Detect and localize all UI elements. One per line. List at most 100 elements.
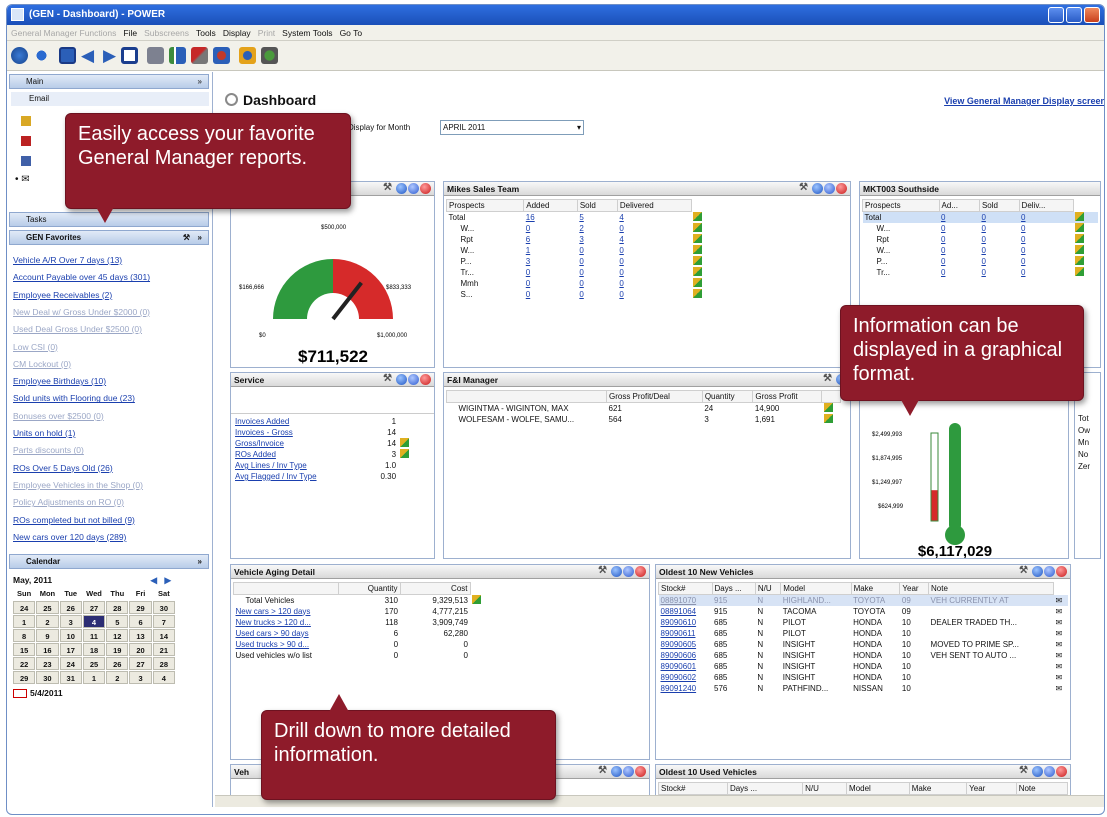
- menu-item[interactable]: File: [123, 28, 137, 38]
- help-icon[interactable]: [239, 47, 256, 64]
- table-row[interactable]: Used cars > 90 days 6 62,280: [234, 628, 494, 639]
- table-cell[interactable]: 0: [939, 212, 979, 223]
- partial-row[interactable]: Zer: [1078, 461, 1090, 473]
- table-cell[interactable]: 89091240: [659, 683, 713, 694]
- table-row[interactable]: S... 0 0 0: [447, 288, 717, 300]
- table-cell[interactable]: 0: [577, 267, 617, 278]
- chart-icon[interactable]: [1075, 211, 1085, 221]
- options-icon[interactable]: [623, 566, 634, 577]
- column-header[interactable]: Days ...: [711, 582, 756, 595]
- table-cell[interactable]: 0: [524, 289, 578, 300]
- edit-icon[interactable]: [191, 47, 208, 64]
- table-row[interactable]: Invoices - Gross 14: [233, 427, 428, 438]
- window-icon[interactable]: [121, 47, 138, 64]
- close-panel-icon[interactable]: [420, 374, 431, 385]
- chart-icon[interactable]: [693, 211, 703, 221]
- table-row[interactable]: W... 0 0 0: [863, 222, 1099, 234]
- table-cell[interactable]: 0: [577, 245, 617, 256]
- chart-icon[interactable]: [1073, 233, 1098, 245]
- table-cell[interactable]: 89090611: [659, 628, 713, 639]
- menu-item[interactable]: Print: [258, 28, 275, 38]
- calendar-day[interactable]: 26: [59, 601, 82, 614]
- tools-icon[interactable]: ⚒: [383, 374, 395, 385]
- column-header[interactable]: Sold: [978, 199, 1020, 212]
- chart-icon[interactable]: [1075, 222, 1085, 232]
- table-cell[interactable]: 0: [617, 289, 691, 300]
- outbox-icon[interactable]: [21, 136, 31, 146]
- column-header[interactable]: Year: [899, 582, 930, 595]
- table-row[interactable]: 89090611 685 N PILOT HONDA 10 ✉: [659, 628, 1069, 639]
- calendar-day[interactable]: 28: [152, 657, 175, 670]
- document-icon[interactable]: [147, 47, 164, 64]
- table-row[interactable]: 08891064 915 N TACOMA TOYOTA 09 ✉: [659, 606, 1069, 617]
- calendar-day[interactable]: 23: [36, 657, 59, 670]
- options-icon[interactable]: [408, 183, 419, 194]
- refresh-icon[interactable]: [611, 766, 622, 777]
- chart-icon[interactable]: [400, 438, 410, 447]
- column-header[interactable]: Make: [908, 782, 968, 795]
- table-cell[interactable]: 0: [939, 256, 979, 267]
- chart-icon[interactable]: [693, 233, 703, 243]
- calendar-day[interactable]: 11: [82, 629, 106, 642]
- options-icon[interactable]: [824, 183, 835, 194]
- favorite-link[interactable]: Policy Adjustments on RO (0): [13, 497, 124, 507]
- refresh-icon[interactable]: [1032, 766, 1043, 777]
- tools-icon[interactable]: ⚒: [799, 183, 811, 194]
- table-cell[interactable]: 0: [1019, 245, 1073, 256]
- table-cell[interactable]: 0: [524, 267, 578, 278]
- chart-icon[interactable]: [691, 266, 716, 278]
- table-cell[interactable]: 0: [939, 267, 979, 278]
- favorite-link[interactable]: Sold units with Flooring due (23): [13, 393, 135, 403]
- chart-icon[interactable]: [1073, 244, 1098, 256]
- chart-icon[interactable]: [1075, 266, 1085, 276]
- close-button[interactable]: [1084, 7, 1100, 23]
- calendar-day[interactable]: 31: [59, 671, 82, 684]
- chart-icon[interactable]: [1073, 211, 1098, 223]
- calendar-day[interactable]: 15: [13, 643, 36, 656]
- drafts-icon[interactable]: [21, 156, 31, 166]
- column-header[interactable]: N/U: [802, 782, 848, 795]
- table-row[interactable]: W... 1 0 0: [447, 244, 717, 256]
- calendar-day[interactable]: 24: [59, 657, 82, 670]
- calendar-day[interactable]: 16: [36, 643, 59, 656]
- chart-icon[interactable]: [691, 222, 716, 234]
- table-cell[interactable]: 3: [524, 256, 578, 267]
- service-metric-link[interactable]: Avg Lines / Inv Type: [233, 460, 353, 471]
- table-cell[interactable]: 0: [1019, 234, 1073, 245]
- calendar-day[interactable]: 27: [82, 601, 106, 614]
- favorite-link[interactable]: Employee Vehicles in the Shop (0): [13, 480, 143, 490]
- calendar-day[interactable]: 18: [82, 643, 106, 656]
- favorite-link[interactable]: Employee Birthdays (10): [13, 376, 106, 386]
- column-header[interactable]: Cost: [399, 582, 471, 595]
- table-row[interactable]: Gross/Invoice 14: [233, 438, 428, 449]
- table-cell[interactable]: 2: [577, 223, 617, 234]
- table-cell[interactable]: 0: [577, 256, 617, 267]
- close-panel-icon[interactable]: [1056, 766, 1067, 777]
- menu-item[interactable]: Tools: [196, 28, 216, 38]
- aging-row-label[interactable]: Used trucks > 90 d...: [234, 639, 339, 650]
- column-header[interactable]: Deliv...: [1018, 199, 1074, 212]
- favorite-link[interactable]: Employee Receivables (2): [13, 290, 112, 300]
- refresh-icon[interactable]: [1032, 566, 1043, 577]
- service-metric-link[interactable]: Invoices Added: [233, 416, 353, 427]
- partial-row[interactable]: Mn: [1078, 437, 1090, 449]
- calendar-day[interactable]: 9: [36, 629, 59, 642]
- chart-icon[interactable]: [691, 233, 716, 245]
- options-icon[interactable]: [1044, 766, 1055, 777]
- chevron-down-icon[interactable]: ▾: [577, 121, 581, 134]
- column-header[interactable]: Year: [966, 782, 1017, 795]
- calendar-day[interactable]: 25: [36, 601, 59, 614]
- table-cell[interactable]: 0: [617, 245, 691, 256]
- table-row[interactable]: Total Vehicles 310 9,329,513: [234, 594, 494, 606]
- email-icon[interactable]: ✉: [1053, 683, 1068, 694]
- calendar-day[interactable]: 29: [13, 671, 36, 684]
- calendar-day[interactable]: 10: [59, 629, 82, 642]
- calendar-day[interactable]: 24: [13, 601, 36, 614]
- column-header[interactable]: Note: [928, 582, 1054, 595]
- table-row[interactable]: P... 0 0 0: [863, 255, 1099, 267]
- table-cell[interactable]: 0: [939, 234, 979, 245]
- mailbox-icon[interactable]: [21, 116, 31, 126]
- column-header[interactable]: Model: [780, 582, 852, 595]
- minimize-button[interactable]: [1048, 7, 1064, 23]
- aging-row-label[interactable]: Used cars > 90 days: [234, 628, 339, 639]
